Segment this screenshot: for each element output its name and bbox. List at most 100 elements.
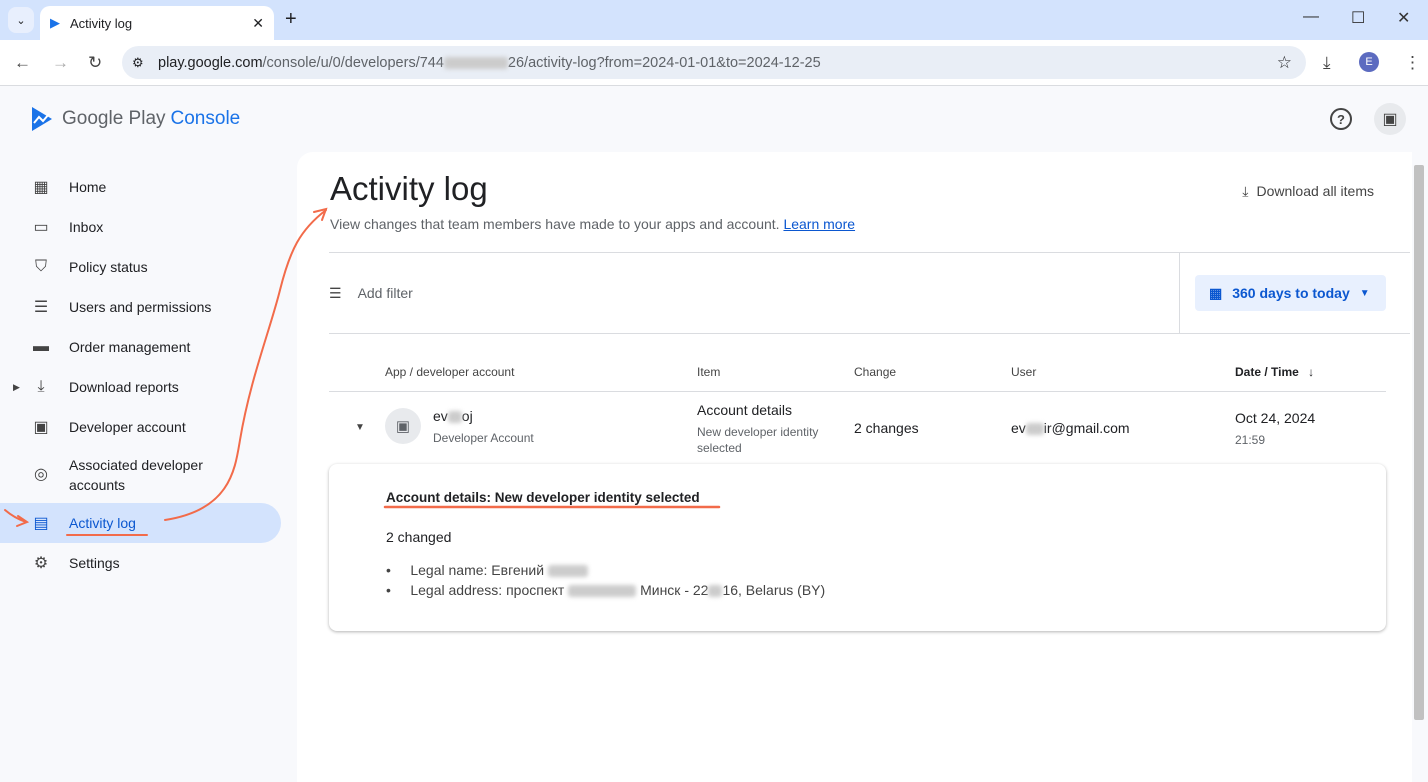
sidebar-label: Policy status bbox=[69, 259, 148, 275]
play-console-logo[interactable]: Google Play Console bbox=[30, 105, 240, 133]
filter-bar: ☰ Add filter ▦ 360 days to today ▼ bbox=[329, 252, 1410, 334]
linked-icon: ◎ bbox=[34, 466, 48, 483]
column-header-date[interactable]: Date / Time ↓ bbox=[1235, 365, 1314, 379]
divider bbox=[329, 391, 1386, 392]
minimize-button[interactable]: — bbox=[1303, 8, 1319, 26]
time: 21:59 bbox=[1235, 433, 1266, 447]
sort-arrow-down-icon: ↓ bbox=[1308, 365, 1315, 379]
developer-account-avatar[interactable]: ▣ bbox=[1374, 103, 1406, 135]
sidebar-item-inbox[interactable]: ▭ Inbox bbox=[0, 207, 281, 247]
page-title: Activity log bbox=[330, 170, 488, 207]
column-header-app: App / developer account bbox=[385, 365, 515, 379]
help-icon[interactable]: ? bbox=[1330, 108, 1352, 130]
downloads-icon[interactable]: ⤓ bbox=[1323, 53, 1331, 73]
maximize-button[interactable]: ☐ bbox=[1351, 8, 1365, 28]
sidebar-label: Developer account bbox=[69, 419, 186, 435]
play-console-favicon-icon: ▶ bbox=[50, 15, 60, 30]
add-filter-button[interactable]: ☰ Add filter bbox=[329, 285, 413, 302]
download-all-label: Download all items bbox=[1256, 183, 1375, 199]
account-name-b: oj bbox=[461, 408, 473, 424]
sidebar-item-settings[interactable]: ⚙ Settings bbox=[0, 543, 281, 583]
sidebar-label: Home bbox=[69, 179, 107, 195]
column-header-date-label: Date / Time bbox=[1235, 365, 1299, 379]
url-path-end: 26/activity-log?from=2024-01-01&to=2024-… bbox=[507, 54, 821, 71]
sidebar-label: Activity log bbox=[69, 515, 136, 531]
forward-button[interactable]: → bbox=[52, 53, 69, 73]
document-icon: ▤ bbox=[33, 515, 49, 532]
sidebar-label: Associated developer accounts bbox=[69, 457, 203, 493]
sidebar-item-policy-status[interactable]: ⛉ Policy status bbox=[0, 247, 281, 287]
legal-address-a: Legal address: проспект bbox=[410, 582, 565, 598]
legal-name-text: Legal name: Евгений bbox=[410, 562, 545, 578]
item-detail: New developer identity selected bbox=[697, 425, 819, 455]
user-email: ev ir@gmail.com bbox=[1011, 420, 1130, 436]
back-button[interactable]: ← bbox=[14, 53, 31, 73]
sidebar-item-developer-account[interactable]: ▣ Developer account bbox=[0, 407, 281, 447]
column-header-change: Change bbox=[854, 365, 897, 379]
play-console-logo-icon bbox=[32, 107, 52, 131]
url-path: /console/u/0/developers/744 bbox=[262, 54, 444, 71]
sidebar-item-download-reports[interactable]: ▶ ⤓ Download reports bbox=[0, 367, 281, 407]
users-icon: ☰ bbox=[33, 299, 49, 316]
column-header-item: Item bbox=[697, 365, 721, 379]
account-name: ev oj bbox=[433, 408, 473, 424]
sidebar-item-users[interactable]: ☰ Users and permissions bbox=[0, 287, 281, 327]
grid-icon: ▦ bbox=[33, 179, 49, 196]
main-content: Activity log View changes that team memb… bbox=[297, 152, 1412, 782]
redacted bbox=[1025, 423, 1044, 436]
download-all-button[interactable]: ⤓ Download all items bbox=[1242, 183, 1374, 200]
card-icon: ▬ bbox=[33, 338, 49, 355]
user-email-b: ir@gmail.com bbox=[1043, 420, 1130, 436]
close-window-button[interactable]: ✕ bbox=[1397, 8, 1410, 28]
site-info-icon[interactable]: ⚙ bbox=[132, 55, 144, 71]
dropdown-arrow-icon: ▼ bbox=[1359, 287, 1370, 299]
redacted bbox=[568, 585, 637, 598]
url-host: play.google.com bbox=[158, 54, 263, 71]
tab-search-button[interactable]: ⌄ bbox=[8, 7, 34, 33]
sidebar-label: Settings bbox=[69, 555, 120, 571]
profile-avatar[interactable]: E bbox=[1359, 52, 1379, 72]
changed-count: 2 changed bbox=[386, 529, 452, 545]
change-legal-name: • Legal name: Евгений bbox=[386, 562, 588, 578]
download-icon: ⤓ bbox=[1242, 183, 1249, 199]
url-input[interactable]: ⚙ play.google.com/console/u/0/developers… bbox=[122, 46, 1306, 79]
inbox-icon: ▭ bbox=[33, 219, 49, 236]
reload-button[interactable]: ↻ bbox=[88, 53, 102, 73]
expand-caret-icon[interactable]: ▶ bbox=[13, 382, 20, 393]
column-header-user: User bbox=[1011, 365, 1037, 379]
badge-icon: ▣ bbox=[33, 419, 49, 436]
date-range-button[interactable]: ▦ 360 days to today ▼ bbox=[1195, 275, 1386, 311]
sidebar-item-order-management[interactable]: ▬ Order management bbox=[0, 327, 281, 367]
details-heading: Account details: New developer identity … bbox=[386, 490, 700, 505]
account-type: Developer Account bbox=[433, 431, 534, 445]
sidebar-item-activity-log[interactable]: ▤ Activity log bbox=[0, 503, 281, 543]
legal-address-c: 16, Belarus (BY) bbox=[722, 582, 826, 598]
scrollbar-thumb[interactable] bbox=[1414, 165, 1424, 720]
browser-tab[interactable]: ▶ Activity log ✕ bbox=[40, 6, 274, 40]
date: Oct 24, 2024 bbox=[1235, 410, 1316, 426]
address-bar-row: ← → ↻ ⚙ play.google.com/console/u/0/deve… bbox=[0, 40, 1428, 86]
change-details-panel: Account details: New developer identity … bbox=[329, 464, 1386, 631]
add-filter-label: Add filter bbox=[357, 285, 413, 301]
sidebar-item-home[interactable]: ▦ Home bbox=[0, 167, 281, 207]
expand-row-icon[interactable]: ▼ bbox=[355, 422, 365, 433]
logo-text-console: Console bbox=[170, 108, 241, 129]
developer-account-icon: ▣ bbox=[385, 408, 421, 444]
divider bbox=[1179, 253, 1180, 334]
sidebar-item-associated-accounts[interactable]: ◎ Associated developer accounts bbox=[0, 447, 281, 503]
sidebar-label: Users and permissions bbox=[69, 299, 212, 315]
shield-icon: ⛉ bbox=[34, 258, 47, 275]
redacted bbox=[443, 56, 508, 69]
new-tab-button[interactable]: + bbox=[285, 8, 297, 31]
browser-menu-icon[interactable]: ⋮ bbox=[1404, 53, 1421, 73]
subtitle-text: View changes that team members have made… bbox=[330, 216, 780, 232]
account-name-a: ev bbox=[433, 408, 448, 424]
sidebar-label: Order management bbox=[69, 339, 191, 355]
legal-address-b: Минск - 22 bbox=[640, 582, 709, 598]
redacted bbox=[447, 411, 462, 424]
tab-title: Activity log bbox=[70, 15, 133, 31]
sidebar: ▦ Home ▭ Inbox ⛉ Policy status ☰ Users and p… bbox=[0, 167, 290, 583]
bookmark-star-icon[interactable]: ☆ bbox=[1277, 53, 1292, 73]
close-tab-icon[interactable]: ✕ bbox=[252, 15, 264, 32]
learn-more-link[interactable]: Learn more bbox=[783, 216, 855, 232]
